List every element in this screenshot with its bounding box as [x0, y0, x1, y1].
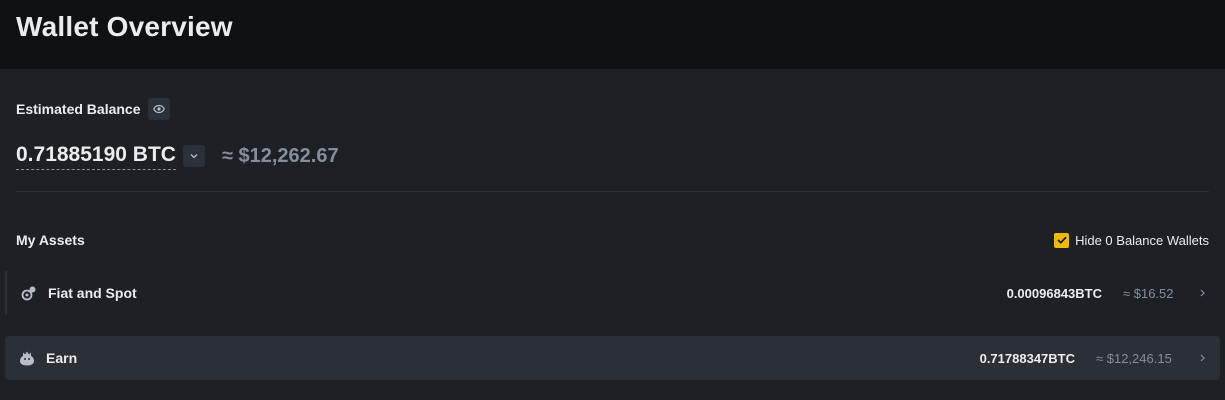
checkmark-icon: [1056, 236, 1067, 244]
asset-usd-value: ≈ $16.52: [1123, 285, 1174, 301]
my-assets-title: My Assets: [16, 232, 85, 248]
estimated-balance-header: Estimated Balance: [16, 98, 170, 120]
fiat-spot-icon: [20, 284, 38, 302]
toggle-visibility-button[interactable]: [147, 98, 170, 120]
asset-usd-value: ≈ $12,246.15: [1096, 350, 1172, 366]
wallet-overview-panel: Estimated Balance 0.71885190 BTC ≈ $12,2…: [0, 69, 1225, 400]
asset-btc-value: 0.71788347BTC: [979, 350, 1075, 366]
asset-values: 0.71788347BTC ≈ $12,246.15: [980, 351, 1207, 366]
btc-balance-value[interactable]: 0.71885190 BTC: [16, 142, 176, 170]
hide-zero-checkbox[interactable]: [1054, 232, 1070, 248]
my-assets-header: My Assets Hide 0 Balance Wallets: [16, 229, 1209, 251]
asset-row-earn[interactable]: Earn 0.71788347BTC ≈ $12,246.15: [5, 336, 1220, 380]
balance-value-row: 0.71885190 BTC ≈ $12,262.67: [16, 142, 339, 170]
asset-name: Fiat and Spot: [48, 285, 137, 301]
usd-balance-value: ≈ $12,262.67: [221, 144, 339, 167]
eye-icon: [152, 104, 165, 114]
top-header: Wallet Overview: [0, 0, 1225, 69]
estimated-balance-label: Estimated Balance: [16, 101, 141, 117]
asset-name: Earn: [46, 350, 78, 366]
asset-btc-value: 0.00096843BTC: [1006, 285, 1102, 301]
chevron-right-icon: [1197, 354, 1207, 362]
asset-row-fiat-and-spot[interactable]: Fiat and Spot 0.00096843BTC ≈ $16.52: [5, 271, 1220, 315]
chevron-right-icon: [1197, 289, 1207, 297]
chevron-down-icon: [190, 154, 198, 159]
currency-dropdown-button[interactable]: [182, 145, 205, 167]
hide-zero-label[interactable]: Hide 0 Balance Wallets: [1075, 233, 1209, 248]
hide-zero-balance-toggle[interactable]: Hide 0 Balance Wallets: [1054, 232, 1209, 248]
section-divider: [16, 191, 1209, 192]
page-title: Wallet Overview: [16, 11, 233, 42]
earn-piggy-icon: [18, 349, 36, 367]
asset-values: 0.00096843BTC ≈ $16.52: [1007, 286, 1207, 301]
